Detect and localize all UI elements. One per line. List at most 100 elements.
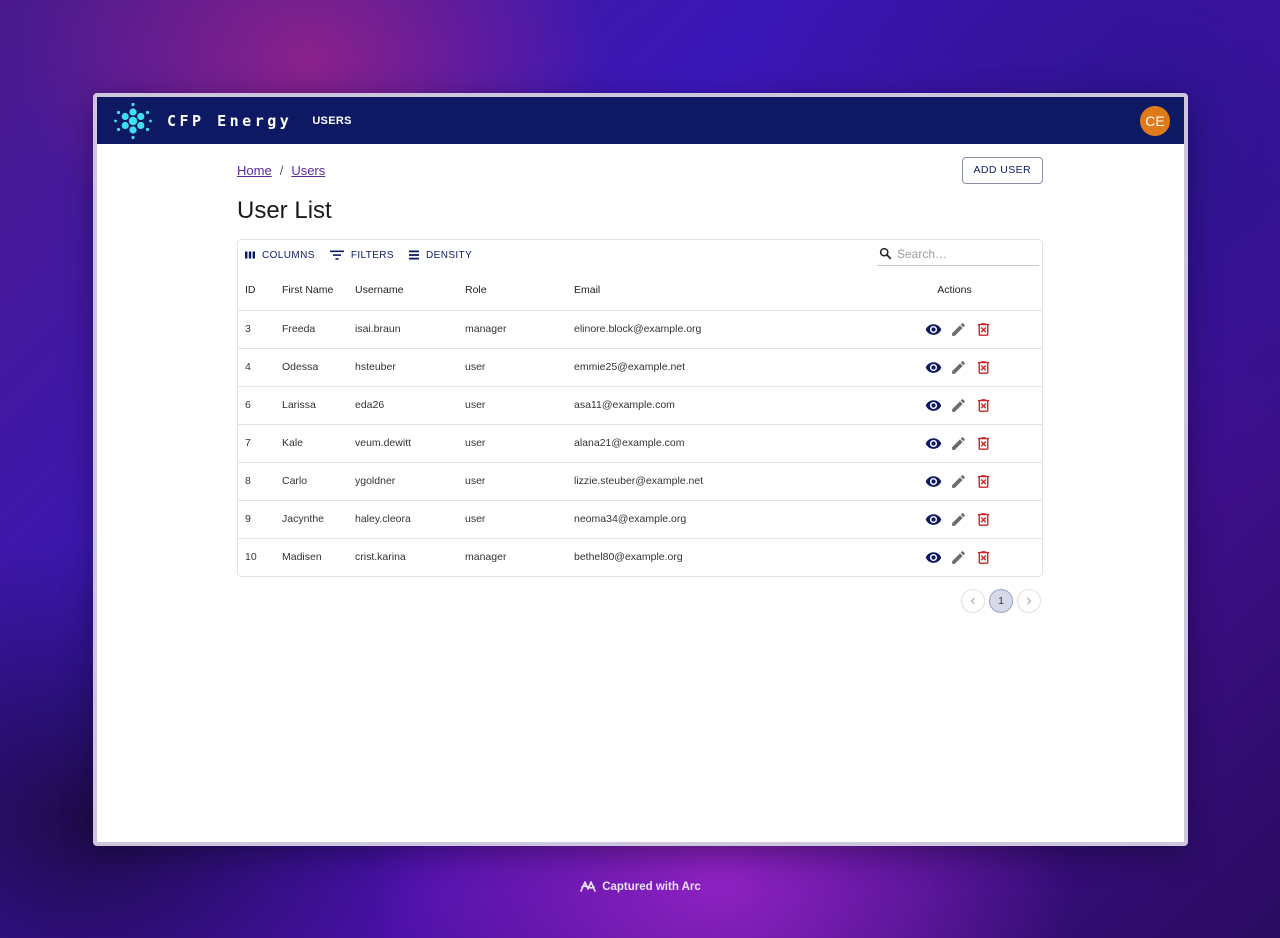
view-button[interactable] <box>925 473 942 490</box>
table-row[interactable]: 10 Madisen crist.karina manager bethel80@exa… <box>238 538 1042 576</box>
app-bar: CFP Energy USERS CE <box>97 97 1184 144</box>
pencil-icon <box>951 398 965 412</box>
search-box <box>877 242 1039 266</box>
column-header-username[interactable]: Username <box>348 270 458 311</box>
brand-logo-icon[interactable] <box>113 101 153 141</box>
delete-button[interactable] <box>975 473 992 490</box>
column-header-role[interactable]: Role <box>458 270 567 311</box>
table-row[interactable]: 7 Kale veum.dewitt user alana21@example.com <box>238 424 1042 463</box>
cell-username: eda26 <box>348 386 458 425</box>
cell-first-name: Kale <box>275 424 348 463</box>
cell-email: asa11@example.com <box>567 386 867 425</box>
user-data-grid: COLUMNS FILTERS DENSITY Search… ID First… <box>237 239 1043 577</box>
edit-button[interactable] <box>950 435 967 452</box>
cell-role: manager <box>458 310 567 349</box>
brand-name[interactable]: CFP Energy <box>167 112 292 130</box>
cell-username: ygoldner <box>348 462 458 501</box>
cell-actions <box>867 386 1042 425</box>
row-actions <box>874 359 1042 376</box>
row-actions <box>874 321 1042 338</box>
breadcrumb: Home / Users <box>237 163 325 178</box>
search-input[interactable] <box>897 246 1032 261</box>
cell-username: veum.dewitt <box>348 424 458 463</box>
row-actions <box>874 549 1042 566</box>
chevron-left-icon <box>970 597 975 605</box>
row-actions <box>874 511 1042 528</box>
view-button[interactable] <box>925 511 942 528</box>
columns-button[interactable]: COLUMNS <box>244 249 315 261</box>
edit-button[interactable] <box>950 473 967 490</box>
eye-icon <box>925 399 941 411</box>
trash-icon <box>977 550 989 564</box>
search-icon <box>879 247 892 260</box>
table-row[interactable]: 6 Larissa eda26 user asa11@example.com <box>238 386 1042 425</box>
cell-email: emmie25@example.net <box>567 348 867 387</box>
breadcrumb-users-link[interactable]: Users <box>291 163 325 178</box>
density-label: DENSITY <box>426 249 473 261</box>
breadcrumb-home-link[interactable]: Home <box>237 163 272 178</box>
next-page-button[interactable] <box>1017 589 1041 613</box>
trash-icon <box>977 360 989 374</box>
cell-username: isai.braun <box>348 310 458 349</box>
filter-icon <box>329 250 344 260</box>
edit-button[interactable] <box>950 549 967 566</box>
page-1-button[interactable]: 1 <box>989 589 1013 613</box>
user-table: ID First Name Username Role Email Action… <box>238 270 1042 576</box>
add-user-button[interactable]: ADD USER <box>961 156 1043 184</box>
cell-role: user <box>458 386 567 425</box>
nav-users-link[interactable]: USERS <box>312 115 351 127</box>
view-button[interactable] <box>925 549 942 566</box>
table-row[interactable]: 8 Carlo ygoldner user lizzie.steuber@example… <box>238 462 1042 501</box>
pagination: 1 <box>237 589 1043 613</box>
filters-button[interactable]: FILTERS <box>329 249 394 261</box>
cell-actions <box>867 310 1042 349</box>
column-header-email[interactable]: Email <box>567 270 867 311</box>
edit-button[interactable] <box>950 321 967 338</box>
cell-username: haley.cleora <box>348 500 458 539</box>
delete-button[interactable] <box>975 397 992 414</box>
cell-first-name: Carlo <box>275 462 348 501</box>
column-header-first-name[interactable]: First Name <box>275 270 348 311</box>
cell-id: 8 <box>238 462 275 501</box>
cell-role: user <box>458 462 567 501</box>
delete-button[interactable] <box>975 511 992 528</box>
trash-icon <box>977 474 989 488</box>
cell-id: 10 <box>245 551 257 564</box>
view-button[interactable] <box>925 435 942 452</box>
density-icon <box>409 250 419 260</box>
arc-capture-footer: Captured with Arc <box>0 880 1280 894</box>
delete-button[interactable] <box>975 435 992 452</box>
arc-logo-icon <box>580 881 596 892</box>
delete-button[interactable] <box>975 321 992 338</box>
previous-page-button[interactable] <box>961 589 985 613</box>
view-button[interactable] <box>925 321 942 338</box>
trash-icon <box>977 512 989 526</box>
user-avatar[interactable]: CE <box>1140 105 1170 136</box>
row-actions <box>874 435 1042 452</box>
edit-button[interactable] <box>950 511 967 528</box>
edit-button[interactable] <box>950 397 967 414</box>
cell-username: hsteuber <box>348 348 458 387</box>
chevron-right-icon <box>1027 597 1032 605</box>
cell-first-name: Odessa <box>275 348 348 387</box>
table-row[interactable]: 4 Odessa hsteuber user emmie25@example.net <box>238 348 1042 387</box>
column-header-id[interactable]: ID <box>238 270 275 311</box>
cell-first-name: Jacynthe <box>275 500 348 539</box>
page-header-row: Home / Users ADD USER <box>237 155 1043 185</box>
cell-first-name: Freeda <box>275 310 348 349</box>
cell-actions <box>867 538 1042 576</box>
view-button[interactable] <box>925 397 942 414</box>
cell-email: lizzie.steuber@example.net <box>567 462 867 501</box>
delete-button[interactable] <box>975 359 992 376</box>
table-body: 3 Freeda isai.braun manager elinore.block@ex… <box>238 310 1042 576</box>
delete-button[interactable] <box>975 549 992 566</box>
cell-first-name: Madisen <box>282 551 322 564</box>
table-row[interactable]: 3 Freeda isai.braun manager elinore.block@ex… <box>238 310 1042 349</box>
pencil-icon <box>951 550 965 564</box>
cell-actions <box>867 500 1042 539</box>
table-row[interactable]: 9 Jacynthe haley.cleora user neoma34@example… <box>238 500 1042 539</box>
view-button[interactable] <box>925 359 942 376</box>
edit-button[interactable] <box>950 359 967 376</box>
density-button[interactable]: DENSITY <box>408 249 472 261</box>
eye-icon <box>925 513 941 525</box>
